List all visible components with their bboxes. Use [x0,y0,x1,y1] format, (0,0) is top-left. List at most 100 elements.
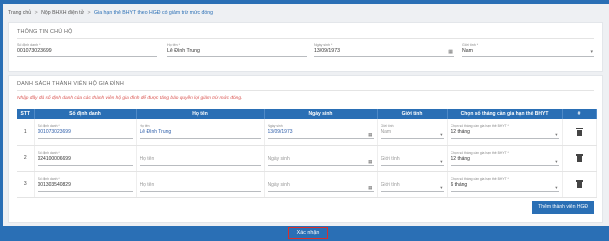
field-underline [267,138,374,139]
field-underline [139,190,261,192]
cell-value: Giới tính [380,155,400,162]
cell-value: 001303540829 [37,181,71,188]
breadcrumb-separator: > [34,10,38,16]
member-id-input[interactable]: Số định danh * 001303540829 [37,177,133,193]
field-underline [267,164,374,166]
field-underline [380,190,444,192]
calendar-icon[interactable]: ▦ [368,132,372,137]
member-months-select[interactable]: Chọn số tháng cần gia hạn thẻ BHYT * 6 t… [450,177,559,193]
cell-value: 12 tháng [450,155,470,162]
member-gender-select[interactable]: Giới tính Nam ▾ [380,124,444,140]
owner-section-title: THÔNG TIN CHỦ HỘ [17,29,73,35]
members-notice: Nhập đầy đủ số định danh của các thành v… [17,96,243,101]
col-header-id: Số định danh [34,109,137,119]
owner-gender-select[interactable]: Giới tính * Nam ▾ [462,43,594,57]
calendar-icon[interactable]: ▦ [368,159,372,164]
member-dob-input[interactable]: Ngày sinh 13/09/1973 ▦ [267,124,374,140]
row-stt: 3 [17,171,35,198]
cell-value: Nam [380,129,392,135]
owner-name-field[interactable]: Họ tên * Lê Đình Trung [167,43,307,57]
cell-value: Ngày sinh [267,155,290,162]
cell-value: Giới tính [380,181,400,188]
col-header-stt: STT [17,109,35,119]
chevron-down-icon[interactable]: ▾ [440,185,442,190]
owner-dob-value: 13/09/1973 [314,48,340,54]
member-gender-select[interactable]: Giới tính ▾ [380,151,444,167]
breadcrumb-level2[interactable]: Nộp BHXH điện tử [41,10,84,16]
col-header-dob: Ngày sinh [264,109,378,119]
trash-icon[interactable] [575,154,583,162]
cell-value: 6 tháng [450,181,468,188]
field-underline [139,138,261,139]
page: Trang chủ > Nộp BHXH điện tử > Gia hạn t… [0,0,609,241]
owner-info-card: THÔNG TIN CHỦ HỘ Số định danh * 00107302… [8,22,603,72]
member-id-input[interactable]: Số định danh * 001073023699 [37,124,133,140]
member-name-input[interactable]: Họ tên [139,151,261,167]
calendar-icon[interactable]: ▦ [368,185,372,190]
field-underline [450,138,559,139]
member-dob-input[interactable]: Ngày sinh ▦ [267,151,374,167]
owner-gender-value: Nam [462,48,473,54]
table-header-row: STT Số định danh Họ tên Ngày sinh Giới t… [17,109,597,119]
table-row: 1 Số định danh * 001073023699 Họ tên Lê … [17,119,597,146]
field-underline [139,164,261,166]
field-underline [314,56,454,57]
top-bar [0,0,609,4]
trash-icon[interactable] [575,180,583,188]
chevron-down-icon[interactable]: ▾ [555,185,557,190]
cell-value: Họ tên [139,155,155,162]
cell-value: 024100006699 [37,155,71,162]
chevron-down-icon[interactable]: ▾ [555,132,557,137]
members-divider [17,90,594,91]
cell-value: Ngày sinh [267,181,290,188]
field-underline [17,56,157,57]
member-months-select[interactable]: Chọn số tháng cần gia hạn thẻ BHYT * 12 … [450,151,559,167]
field-underline [462,56,594,57]
field-underline [267,190,374,192]
breadcrumb-home[interactable]: Trang chủ [8,10,31,16]
cell-value: 001073023699 [37,129,71,135]
col-header-name: Họ tên [136,109,265,119]
owner-id-value: 001073023699 [17,48,52,54]
members-table: STT Số định danh Họ tên Ngày sinh Giới t… [17,109,597,198]
cell-value: 13/09/1973 [267,129,293,135]
col-header-actions: # [562,109,597,119]
member-name-input[interactable]: Họ tên Lê Đình Trung [139,124,261,140]
owner-divider [17,38,594,39]
member-dob-input[interactable]: Ngày sinh ▦ [267,177,374,193]
member-id-input[interactable]: Số định danh * 024100006699 [37,151,133,167]
breadcrumb-separator: > [87,10,91,16]
chevron-down-icon[interactable]: ▾ [440,159,442,164]
chevron-down-icon[interactable]: ▾ [555,159,557,164]
field-underline [37,190,133,192]
trash-icon[interactable] [575,127,583,136]
breadcrumb-current: Gia hạn thẻ BHYT theo HGĐ có giảm trừ mứ… [94,10,214,16]
owner-dob-field[interactable]: Ngày sinh * 13/09/1973 ▦ [314,43,454,57]
table-row: 3 Số định danh * 001303540829 Họ tên Ngà… [17,171,597,198]
members-section-title: DANH SÁCH THÀNH VIÊN HỘ GIA ĐÌNH [17,81,124,87]
calendar-icon[interactable]: ▦ [448,50,453,55]
chevron-down-icon[interactable]: ▾ [590,50,593,55]
owner-name-value: Lê Đình Trung [167,48,200,54]
cell-value: 12 tháng [450,129,470,135]
table-row: 2 Số định danh * 024100006699 Họ tên Ngà… [17,145,597,172]
chevron-down-icon[interactable]: ▾ [440,132,442,137]
member-name-input[interactable]: Họ tên [139,177,261,193]
owner-id-field[interactable]: Số định danh * 001073023699 [17,43,157,57]
row-stt: 2 [17,145,35,172]
member-months-select[interactable]: Chọn số tháng cần gia hạn thẻ BHYT * 12 … [450,124,559,140]
field-underline [37,164,133,166]
confirm-button[interactable]: Xác nhận [288,227,328,239]
field-underline [37,138,133,139]
field-underline [450,190,559,192]
cell-value: Lê Đình Trung [139,129,172,135]
field-underline [450,164,559,166]
col-header-months: Chọn số tháng cần gia hạn thẻ BHYT [447,109,563,119]
field-underline [167,56,307,57]
field-underline [380,138,444,139]
add-member-button[interactable]: Thêm thành viên HGĐ [532,201,594,214]
cell-value: Họ tên [139,181,155,188]
breadcrumb: Trang chủ > Nộp BHXH điện tử > Gia hạn t… [8,10,213,16]
col-header-gender: Giới tính [377,109,448,119]
member-gender-select[interactable]: Giới tính ▾ [380,177,444,193]
